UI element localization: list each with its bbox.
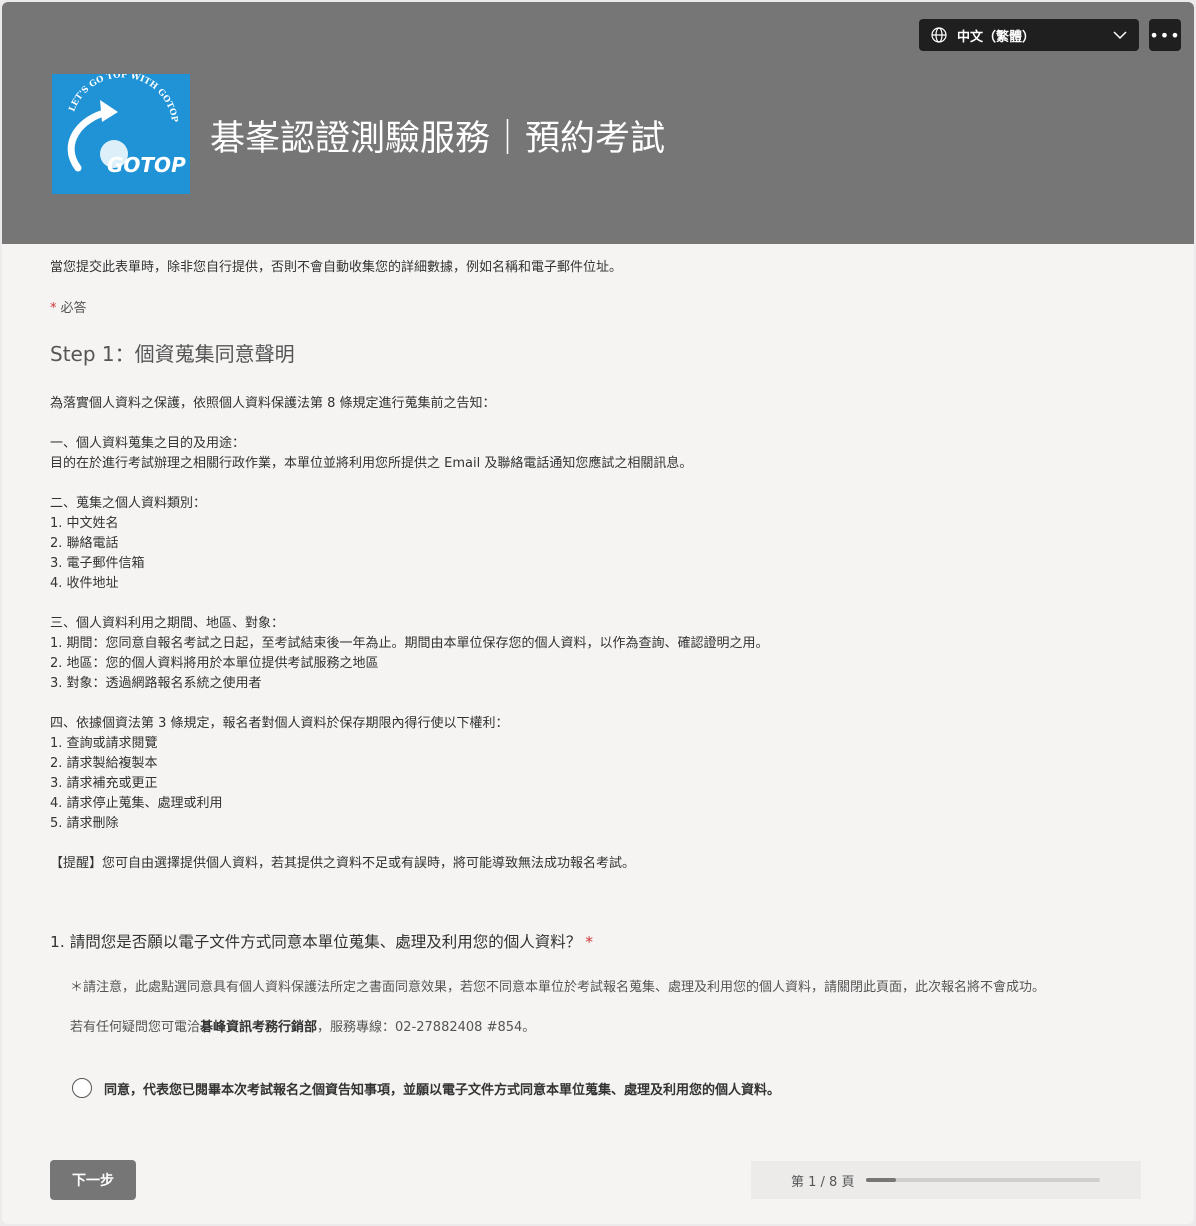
logo-top-text: LET'S GO TOP WITH GOTOP xyxy=(67,70,179,123)
contact-prefix: 若有任何疑問您可電洽 xyxy=(70,1020,201,1035)
required-star: * xyxy=(585,933,593,951)
form-title: 碁峯認證測驗服務｜預約考試 xyxy=(210,119,666,159)
required-label: 必答 xyxy=(60,301,87,316)
consent-option-label[interactable]: 同意，代表您已閱畢本次考試報名之個資告知事項，並願以電子文件方式同意本單位蒐集、… xyxy=(104,1079,780,1098)
progress-fill xyxy=(866,1178,896,1182)
form-header: 中文（繁體） ••• LET'S GO TOP WITH GOTOP GOTOP xyxy=(2,2,1194,244)
globe-icon xyxy=(931,27,947,43)
contact-department: 碁峰資訊考務行銷部 xyxy=(200,1020,318,1035)
ellipsis-icon: ••• xyxy=(1149,25,1181,45)
consent-notice: 為落實個人資料之保護，依照個人資料保護法第 8 條規定進行蒐集前之告知： 一、個… xyxy=(50,396,769,871)
question-text: 1. 請問您是否願以電子文件方式同意本單位蒐集、處理及利用您的個人資料？ xyxy=(50,933,582,951)
svg-text:LET'S GO TOP WITH GOTOP: LET'S GO TOP WITH GOTOP xyxy=(67,74,179,124)
question-title: 1. 請問您是否願以電子文件方式同意本單位蒐集、處理及利用您的個人資料？ * xyxy=(50,930,593,952)
section-title: Step 1：個資蒐集同意聲明 xyxy=(50,342,295,366)
language-select[interactable]: 中文（繁體） xyxy=(919,19,1139,51)
page-indicator: 第 1 / 8 頁 xyxy=(791,1174,855,1190)
contact-suffix: ，服務專線：02-27882408 #854。 xyxy=(317,1020,536,1035)
more-options-button[interactable]: ••• xyxy=(1149,19,1181,51)
consent-option[interactable]: 同意，代表您已閱畢本次考試報名之個資告知事項，並願以電子文件方式同意本單位蒐集、… xyxy=(72,1078,780,1098)
chevron-down-icon xyxy=(1113,31,1127,40)
required-note: * 必答 xyxy=(50,297,87,316)
required-star: * xyxy=(50,301,57,316)
logo-graphic: LET'S GO TOP WITH GOTOP GOTOP xyxy=(67,70,186,177)
logo-brand: GOTOP xyxy=(107,153,186,177)
language-label: 中文（繁體） xyxy=(957,29,1036,45)
question-description: ＊請注意，此處點選同意具有個人資料保護法所定之書面同意效果，若您不同意本單位於考… xyxy=(70,980,1046,995)
progress-bar xyxy=(866,1178,1101,1182)
question-contact: 若有任何疑問您可電洽碁峰資訊考務行銷部，服務專線：02-27882408 #85… xyxy=(70,1016,535,1035)
gotop-logo: LET'S GO TOP WITH GOTOP GOTOP xyxy=(52,70,190,194)
consent-radio[interactable] xyxy=(72,1078,92,1098)
privacy-notice: 當您提交此表單時，除非您自行提供，否則不會自動收集您的詳細數據，例如名稱和電子郵… xyxy=(50,260,623,275)
page-progress: 第 1 / 8 頁 xyxy=(751,1161,1141,1199)
next-button[interactable]: 下一步 xyxy=(50,1160,136,1200)
